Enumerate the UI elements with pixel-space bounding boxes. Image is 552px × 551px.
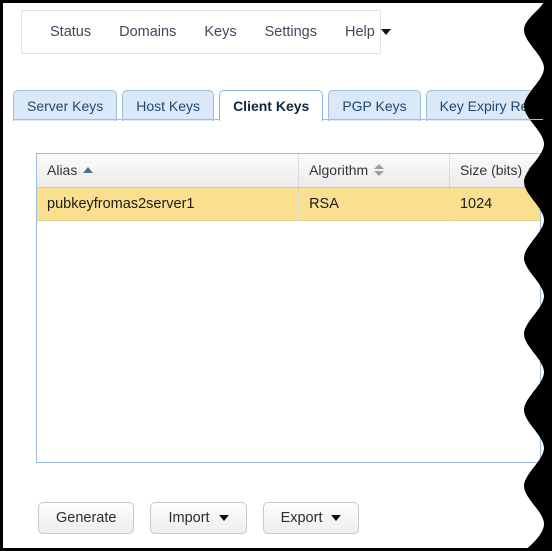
column-header-size[interactable]: Size (bits) <box>449 154 540 188</box>
column-header-label: Size (bits) <box>459 162 523 179</box>
menu-item-domains[interactable]: Domains <box>105 18 190 46</box>
column-header-algorithm[interactable]: Algorithm <box>298 154 450 188</box>
tab-host-keys[interactable]: Host Keys <box>122 90 215 121</box>
sort-ascending-icon <box>83 167 94 174</box>
table-row[interactable]: pubkeyfromas2server1 RSA 1024 <box>37 187 540 221</box>
tab-label: Server Keys <box>27 98 104 114</box>
tab-key-expiry-report[interactable]: Key Expiry Report <box>425 90 552 121</box>
column-header-label: Algorithm <box>309 162 369 179</box>
menu-item-settings[interactable]: Settings <box>251 18 331 46</box>
tab-label: Client Keys <box>233 98 310 114</box>
frame-border-top <box>0 0 552 3</box>
tab-strip: Server Keys Host Keys Client Keys PGP Ke… <box>13 89 552 122</box>
cell-algorithm: RSA <box>298 187 450 221</box>
menu-item-label: Help <box>344 24 375 40</box>
menu-item-label: Keys <box>204 24 237 40</box>
tab-client-keys[interactable]: Client Keys <box>219 90 324 122</box>
button-label: Generate <box>56 510 117 526</box>
import-button[interactable]: Import <box>150 502 247 534</box>
cell-alias: pubkeyfromas2server1 <box>37 187 300 221</box>
export-button[interactable]: Export <box>262 502 360 534</box>
tab-pgp-keys[interactable]: PGP Keys <box>328 90 421 121</box>
column-header-alias[interactable]: Alias <box>37 154 300 188</box>
tab-label: Key Expiry Report <box>439 98 552 114</box>
frame-border-left <box>0 0 3 551</box>
chevron-down-icon <box>331 515 342 521</box>
action-button-bar: Generate Import Export <box>38 502 360 534</box>
generate-button[interactable]: Generate <box>38 502 135 534</box>
chevron-down-icon <box>380 29 391 35</box>
client-keys-table-panel: Alias Algorithm Size (bits) pubkeyfromas… <box>36 153 541 463</box>
sort-none-icon <box>374 164 385 177</box>
cell-size: 1024 <box>449 187 540 221</box>
menu-item-status[interactable]: Status <box>36 18 105 46</box>
tab-label: Host Keys <box>136 98 201 114</box>
button-label: Export <box>280 510 323 526</box>
tab-label: PGP Keys <box>342 98 407 114</box>
sort-none-icon <box>528 164 539 177</box>
menu-item-label: Status <box>50 24 92 40</box>
menu-item-label: Domains <box>119 24 177 40</box>
column-header-label: Alias <box>47 162 78 179</box>
client-keys-table: Alias Algorithm Size (bits) pubkeyfromas… <box>37 154 540 221</box>
tab-server-keys[interactable]: Server Keys <box>13 90 118 121</box>
table-header-row: Alias Algorithm Size (bits) <box>37 154 540 188</box>
menu-item-keys[interactable]: Keys <box>190 18 250 46</box>
screenshot-frame: Status Domains Keys Settings Help Server… <box>0 0 552 551</box>
button-label: Import <box>168 510 210 526</box>
menu-item-label: Settings <box>264 24 317 40</box>
app-page: Status Domains Keys Settings Help Server… <box>3 3 552 548</box>
menu-item-help[interactable]: Help <box>331 18 405 46</box>
chevron-down-icon <box>218 515 229 521</box>
main-menu-bar: Status Domains Keys Settings Help <box>21 10 391 54</box>
